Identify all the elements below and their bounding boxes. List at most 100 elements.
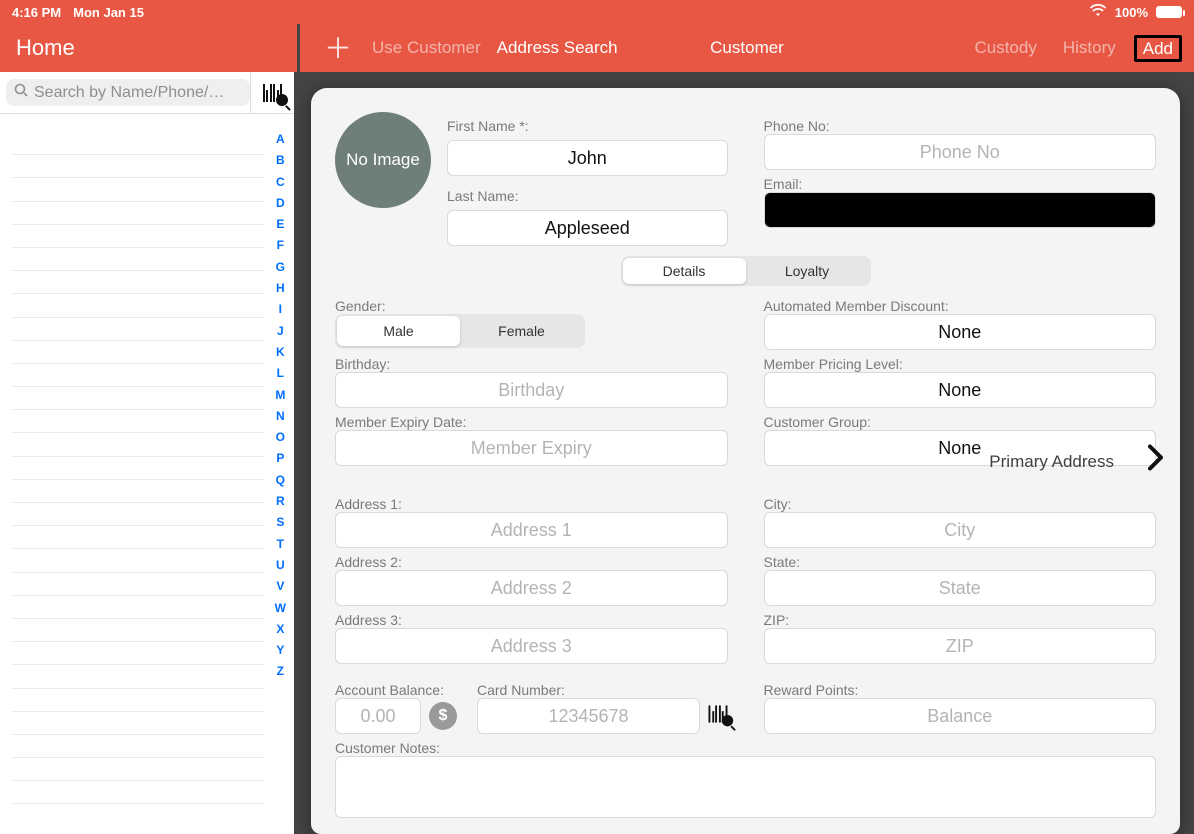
index-letter-i[interactable]: I [275,302,286,316]
next-page-chevron-icon[interactable] [1148,445,1164,478]
alphabet-index[interactable]: ABCDEFGHIJKLMNOPQRSTUVWXYZ [275,132,286,678]
index-letter-h[interactable]: H [275,281,286,295]
card-number-label: Card Number: [477,682,728,698]
phone-label: Phone No: [764,118,1157,134]
zip-label: ZIP: [764,612,1157,628]
index-letter-q[interactable]: Q [275,473,286,487]
address-search-link[interactable]: Address Search [489,38,626,58]
first-name-label: First Name *: [447,118,728,134]
index-letter-u[interactable]: U [275,558,286,572]
index-letter-y[interactable]: Y [275,643,286,657]
index-letter-t[interactable]: T [275,537,286,551]
index-letter-r[interactable]: R [275,494,286,508]
index-letter-a[interactable]: A [275,132,286,146]
index-letter-x[interactable]: X [275,622,286,636]
barcode-search-button[interactable] [250,72,294,114]
add-button[interactable]: Add [1143,39,1173,58]
wifi-icon [1089,4,1107,20]
home-title: Home [0,35,297,61]
discount-select[interactable]: None [764,314,1157,350]
status-bar: 4:16 PM Mon Jan 15 100% [0,0,1194,24]
battery-percent: 100% [1115,5,1148,20]
index-letter-d[interactable]: D [275,196,286,210]
index-letter-f[interactable]: F [275,238,286,252]
notes-textarea[interactable] [335,756,1156,818]
custody-link[interactable]: Custody [966,38,1044,58]
avatar-placeholder[interactable]: No Image [335,112,431,208]
notes-label: Customer Notes: [335,740,1156,756]
reward-label: Reward Points: [764,682,1157,698]
currency-icon[interactable]: $ [429,702,457,730]
search-placeholder: Search by Name/Phone/… [34,84,224,102]
customer-sidebar: Search by Name/Phone/… ABCDEFGHIJKLMNOPQ… [0,72,297,834]
gender-female[interactable]: Female [460,316,583,346]
address1-label: Address 1: [335,496,728,512]
barcode-scan-button[interactable] [708,705,728,728]
index-letter-k[interactable]: K [275,345,286,359]
page-title: Customer [710,38,784,58]
city-input[interactable]: City [764,512,1157,548]
add-icon[interactable]: ＋ [312,27,364,69]
history-link[interactable]: History [1055,38,1124,58]
index-letter-n[interactable]: N [275,409,286,423]
index-letter-p[interactable]: P [275,451,286,465]
city-label: City: [764,496,1157,512]
state-input[interactable]: State [764,570,1157,606]
reward-input[interactable]: Balance [764,698,1157,734]
status-date: Mon Jan 15 [73,5,144,20]
state-label: State: [764,554,1157,570]
address3-label: Address 3: [335,612,728,628]
barcode-icon [708,705,727,722]
expiry-label: Member Expiry Date: [335,414,728,430]
index-letter-j[interactable]: J [275,324,286,338]
customer-card: No Image First Name *: John Last Name: A… [311,88,1180,834]
index-letter-b[interactable]: B [275,153,286,167]
index-letter-v[interactable]: V [275,579,286,593]
first-name-input[interactable]: John [447,140,728,176]
address2-input[interactable]: Address 2 [335,570,728,606]
discount-label: Automated Member Discount: [764,298,1157,314]
zip-input[interactable]: ZIP [764,628,1157,664]
address3-input[interactable]: Address 3 [335,628,728,664]
barcode-icon [263,84,283,102]
phone-input[interactable]: Phone No [764,134,1157,170]
index-letter-o[interactable]: O [275,430,286,444]
pricing-label: Member Pricing Level: [764,356,1157,372]
index-letter-e[interactable]: E [275,217,286,231]
main-panel: No Image First Name *: John Last Name: A… [297,72,1194,834]
index-letter-g[interactable]: G [275,260,286,274]
group-label: Customer Group: [764,414,1157,430]
primary-address-heading: Primary Address [989,452,1114,472]
search-icon [14,83,28,102]
balance-input[interactable]: 0.00 [335,698,421,734]
birthday-label: Birthday: [335,356,728,372]
gender-toggle[interactable]: Male Female [335,314,585,348]
search-input[interactable]: Search by Name/Phone/… [6,79,250,106]
details-loyalty-tabs[interactable]: Details Loyalty [621,256,871,286]
pricing-select[interactable]: None [764,372,1157,408]
balance-label: Account Balance: [335,682,457,698]
address1-input[interactable]: Address 1 [335,512,728,548]
index-letter-c[interactable]: C [275,175,286,189]
use-customer-link[interactable]: Use Customer [364,38,489,58]
card-number-input[interactable]: 12345678 [477,698,700,734]
index-letter-l[interactable]: L [275,366,286,380]
last-name-input[interactable]: Appleseed [447,210,728,246]
status-time: 4:16 PM [12,5,61,20]
gender-male[interactable]: Male [337,316,460,346]
tab-loyalty[interactable]: Loyalty [746,258,869,284]
customer-list[interactable]: ABCDEFGHIJKLMNOPQRSTUVWXYZ [0,114,294,834]
index-letter-s[interactable]: S [275,515,286,529]
index-letter-m[interactable]: M [275,388,286,402]
birthday-input[interactable]: Birthday [335,372,728,408]
add-button-wrapper[interactable]: Add [1134,35,1182,62]
last-name-label: Last Name: [447,188,728,204]
email-input[interactable] [764,192,1157,228]
email-label: Email: [764,176,1157,192]
top-nav: Home ＋ Use Customer Address Search Custo… [0,24,1194,72]
expiry-input[interactable]: Member Expiry [335,430,728,466]
address2-label: Address 2: [335,554,728,570]
index-letter-w[interactable]: W [275,601,286,615]
tab-details[interactable]: Details [623,258,746,284]
index-letter-z[interactable]: Z [275,664,286,678]
